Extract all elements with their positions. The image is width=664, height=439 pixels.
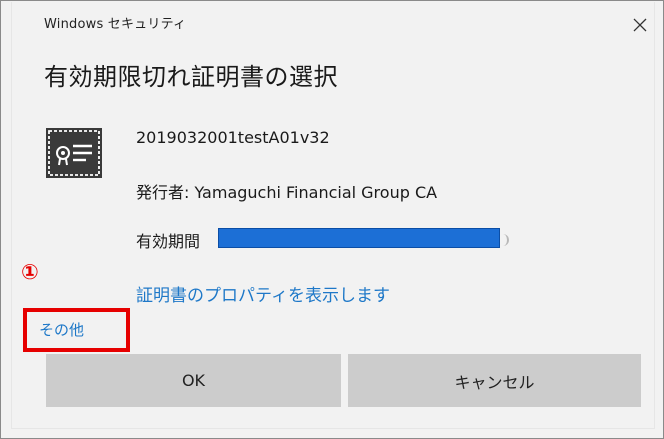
validity-value-redaction: [218, 228, 500, 248]
security-dialog: Windows セキュリティ 有効期限切れ証明書の選択 2019032001te…: [0, 0, 664, 439]
more-choices-link[interactable]: その他: [39, 319, 84, 340]
certificate-properties-link[interactable]: 証明書のプロパティを表示します: [136, 281, 390, 306]
ok-button[interactable]: OK: [46, 354, 341, 407]
certificate-issuer: 発行者: Yamaguchi Financial Group CA: [136, 183, 438, 202]
validity-value-tail: [501, 234, 509, 246]
close-button[interactable]: [625, 11, 655, 39]
annotation-marker: ①: [21, 260, 39, 284]
certificate-name: 2019032001testA01v32: [136, 128, 330, 147]
cancel-button[interactable]: キャンセル: [348, 354, 641, 407]
validity-label: 有効期間: [136, 232, 201, 251]
certificate-icon: [46, 128, 102, 178]
close-icon: [633, 18, 647, 32]
window-title: Windows セキュリティ: [44, 17, 187, 32]
dialog-heading: 有効期限切れ証明書の選択: [44, 63, 338, 91]
